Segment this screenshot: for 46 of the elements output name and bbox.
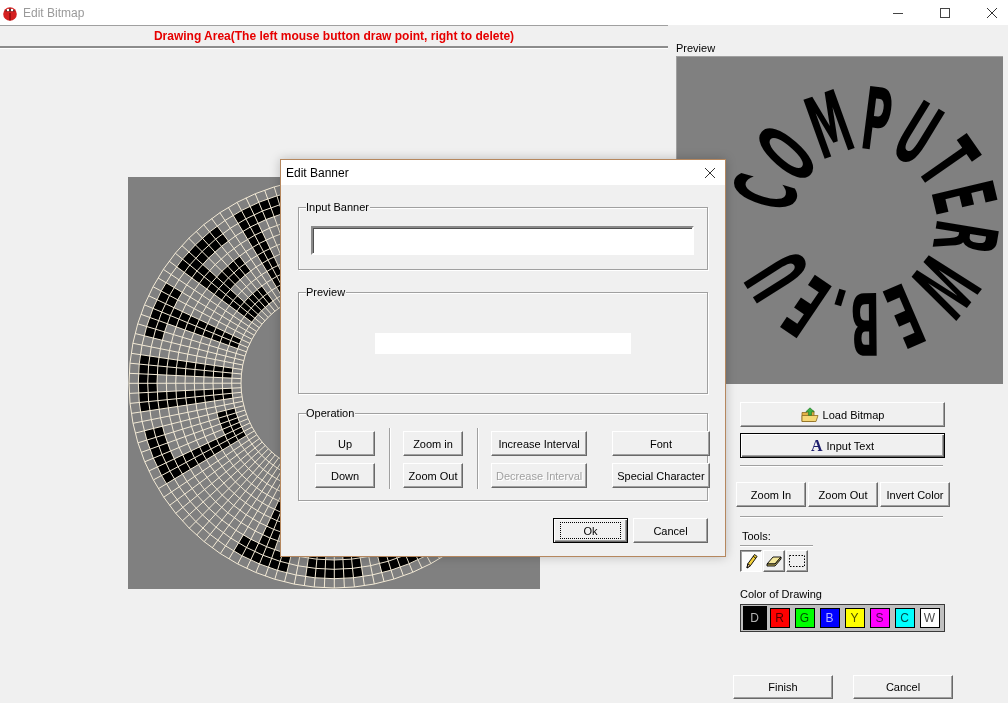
operation-button[interactable]: Font [612,431,710,456]
close-icon[interactable] [987,7,997,18]
color-swatch[interactable]: B [819,608,840,628]
banner-input-field[interactable] [311,226,694,255]
window-title: Edit Bitmap [23,5,85,20]
eraser-icon [766,555,782,567]
eraser-tool[interactable] [763,550,785,572]
toolbar-button[interactable]: Invert Color [880,482,950,507]
operation-button[interactable]: Increase Interval [491,431,588,456]
dialog-button[interactable]: Ok [553,518,628,543]
pencil-icon [744,553,758,569]
color-swatch[interactable]: G [794,608,815,628]
operation-button[interactable]: Special Character [612,463,710,488]
input-text-button[interactable]: A Input Text [740,433,945,458]
maximize-icon[interactable] [940,7,950,18]
preview-label: Preview [676,41,716,55]
operation-button[interactable]: Zoom in [403,431,463,456]
toolbar-button[interactable]: Zoom In [736,482,806,507]
dialog-title: Edit Banner [286,165,349,180]
dialog-button[interactable]: Cancel [633,518,708,543]
pencil-tool[interactable] [740,550,762,572]
drawing-area-header: Drawing Area(The left mouse button draw point, right to delete) [153,29,515,43]
color-swatch[interactable]: Y [844,608,865,628]
color-swatch[interactable]: C [894,608,915,628]
group-label: Input Banner [306,201,370,214]
letter-icon: A [810,437,823,454]
operation-button[interactable]: Up [315,431,375,456]
color-swatch[interactable]: S [869,608,890,628]
tools-label: Tools: [742,530,771,543]
load-bitmap-button[interactable]: Load Bitmap [740,402,945,427]
dashed-rectangle-icon [789,555,805,567]
operation-button: Decrease Interval [491,463,588,488]
operation-button[interactable]: Down [315,463,375,488]
group-label: Operation [306,407,356,420]
toolbar-button[interactable]: Zoom Out [808,482,878,507]
group-label: Preview [306,286,347,299]
color-swatch[interactable]: W [919,608,940,628]
folder-icon [800,406,819,423]
footer-button[interactable]: Finish [733,675,833,699]
select-tool[interactable] [786,550,808,572]
color-label: Color of Drawing [740,587,822,601]
close-icon[interactable] [705,167,715,178]
color-swatch[interactable]: R [769,608,790,628]
footer-button[interactable]: Cancel [853,675,953,699]
operation-button[interactable]: Zoom Out [403,463,463,488]
color-swatch[interactable]: D [742,606,767,630]
